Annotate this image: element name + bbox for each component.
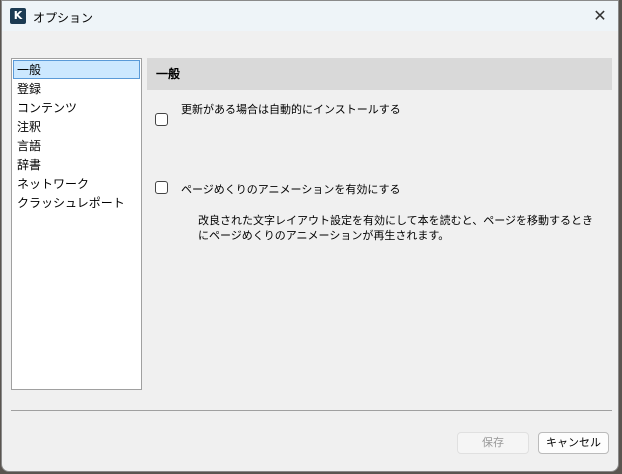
page-animation-checkbox[interactable]	[155, 181, 168, 194]
kindle-app-icon: K	[10, 8, 26, 24]
sidebar-item-crash-report[interactable]: クラッシュレポート	[13, 193, 140, 212]
sidebar-item-general[interactable]: 一般	[13, 60, 140, 79]
category-list: 一般 登録 コンテンツ 注釈 言語 辞書 ネットワーク クラッシュレポート	[11, 58, 142, 390]
sidebar-item-network[interactable]: ネットワーク	[13, 174, 140, 193]
auto-update-label: 更新がある場合は自動的にインストールする	[181, 101, 401, 117]
cancel-button[interactable]: キャンセル	[538, 432, 609, 454]
window-title: オプション	[33, 9, 93, 26]
sidebar-item-content[interactable]: コンテンツ	[13, 98, 140, 117]
page-animation-label: ページめくりのアニメーションを有効にする	[181, 181, 400, 197]
page-animation-description: 改良された文字レイアウト設定を有効にして本を読むと、ページを移動するときにページ…	[198, 213, 598, 243]
close-button[interactable]: ✕	[588, 4, 612, 28]
panel-title: 一般	[147, 58, 612, 90]
options-dialog: K オプション ✕ 一般 登録 コンテンツ 注釈 言語 辞書 ネットワーク クラ…	[1, 0, 619, 472]
sidebar-item-language[interactable]: 言語	[13, 136, 140, 155]
sidebar-item-dictionary[interactable]: 辞書	[13, 155, 140, 174]
sidebar-item-annotations[interactable]: 注釈	[13, 117, 140, 136]
auto-update-checkbox[interactable]	[155, 113, 168, 126]
sidebar-item-registration[interactable]: 登録	[13, 79, 140, 98]
title-bar: K オプション ✕	[2, 1, 618, 31]
save-button[interactable]: 保存	[457, 432, 529, 454]
divider	[11, 410, 612, 411]
